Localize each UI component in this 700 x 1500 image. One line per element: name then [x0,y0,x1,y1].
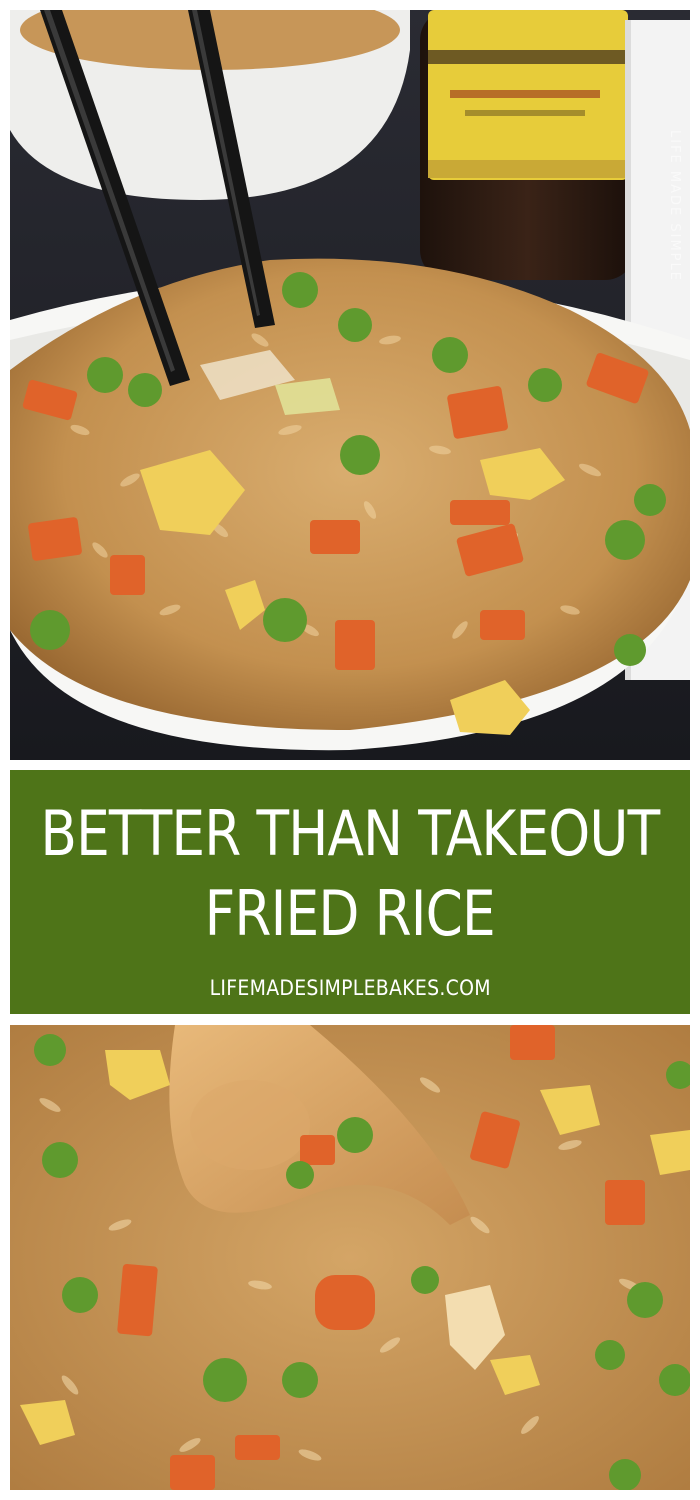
website-url[interactable]: LIFEMADESIMPLEBAKES.COM [209,976,490,1000]
watermark: LIFE MADE SIMPLE [667,130,682,282]
closeup-illustration [10,1025,690,1490]
recipe-pin: LIFE MADE SIMPLE BETTER THAN TAKEOUT FRI… [0,0,700,1500]
fried-rice-closeup-photo [10,1025,690,1490]
bowl-illustration [10,10,690,760]
recipe-title-line-2: FRIED RICE [204,877,496,950]
fried-rice-bowl-photo: LIFE MADE SIMPLE [10,10,690,760]
title-banner: BETTER THAN TAKEOUT FRIED RICE LIFEMADES… [10,770,690,1014]
soy-sauce-bottle [420,10,635,280]
recipe-title-line-1: BETTER THAN TAKEOUT [40,797,661,870]
